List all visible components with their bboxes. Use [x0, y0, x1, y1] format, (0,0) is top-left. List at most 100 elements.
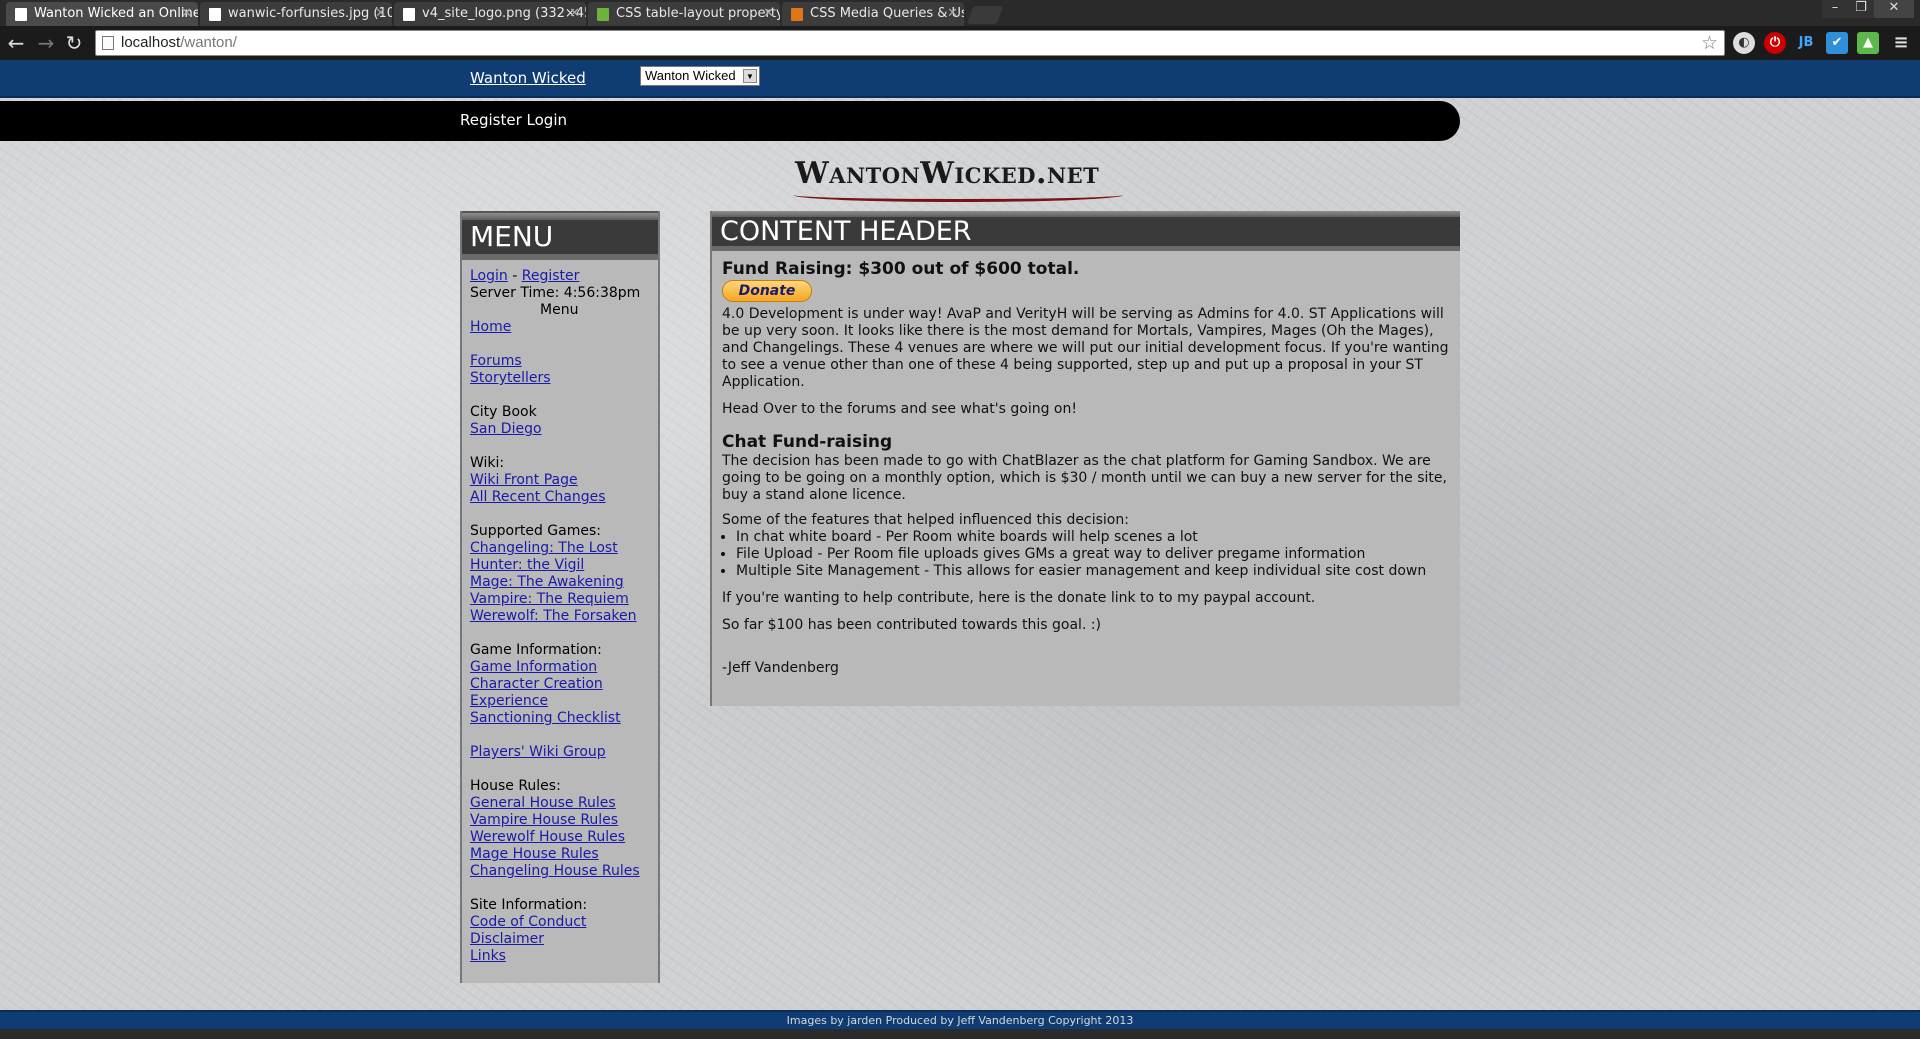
tab-wanwic-jpg[interactable]: wanwic-forfunsies.jpg (10 ✕: [200, 2, 392, 26]
menu-hamburger-icon[interactable]: ≡: [1890, 32, 1912, 54]
tab-title: Wanton Wicked an Online: [34, 6, 198, 21]
separator: -: [507, 268, 522, 284]
tab-site-logo[interactable]: v4_site_logo.png (332×45) ✕: [394, 2, 586, 26]
chat-paragraph: The decision has been made to go with Ch…: [722, 453, 1447, 503]
address-bar[interactable]: localhost/wanton/ ☆: [95, 30, 1725, 56]
minimize-button[interactable]: –: [1822, 0, 1848, 18]
content-panel: CONTENT HEADER Fund Raising: $300 out of…: [710, 211, 1460, 706]
menu-cap: [462, 211, 658, 220]
features-intro: Some of the features that helped influen…: [722, 512, 1129, 528]
so-far-paragraph: So far $100 has been contributed towards…: [722, 617, 1102, 633]
extension-check-icon[interactable]: ✔: [1826, 32, 1848, 54]
menu-game-link[interactable]: Changeling: The Lost: [470, 540, 650, 557]
menu-san-diego-link[interactable]: San Diego: [470, 421, 650, 438]
fund-raising-title: Fund Raising: $300 out of $600 total.: [722, 259, 1080, 279]
forums-paragraph: Head Over to the forums and see what's g…: [722, 401, 1077, 417]
page-icon: [102, 36, 114, 50]
dropdown-arrow-icon: ▼: [743, 69, 757, 83]
signature: -Jeff Vandenberg: [722, 660, 839, 676]
menu-forums-link[interactable]: Forums: [470, 353, 650, 370]
tab-wanton-wicked[interactable]: Wanton Wicked an Online ✕: [6, 2, 198, 26]
feature-item: In chat white board - Per Room white boa…: [736, 529, 1450, 546]
register-login-links[interactable]: Register Login: [460, 111, 567, 129]
reload-icon[interactable]: ↻: [62, 31, 86, 55]
sidebar-menu: MENU Login - Register Server Time: 4:56:…: [460, 211, 660, 983]
menu-siteinfo-link[interactable]: Code of Conduct: [470, 914, 650, 931]
site-home-link[interactable]: Wanton Wicked: [470, 69, 586, 87]
menu-house-rule-link[interactable]: Werewolf House Rules: [470, 829, 650, 846]
feature-item: File Upload - Per Room file uploads give…: [736, 546, 1450, 563]
site-select[interactable]: Wanton Wicked ▼: [640, 66, 760, 86]
site-information-label: Site Information:: [470, 897, 588, 913]
menu-house-rule-link[interactable]: Mage House Rules: [470, 846, 650, 863]
menu-storytellers-link[interactable]: Storytellers: [470, 370, 650, 387]
back-arrow-icon[interactable]: ←: [4, 31, 28, 55]
user-bar: Register Login: [0, 101, 1460, 141]
tab-css-table-layout[interactable]: CSS table-layout property ✕: [588, 2, 780, 26]
extension-image-icon[interactable]: ▲: [1857, 32, 1879, 54]
close-icon[interactable]: ✕: [763, 6, 774, 21]
site-footer: Images by jarden Produced by Jeff Vanden…: [0, 1010, 1920, 1029]
menu-game-link[interactable]: Hunter: the Vigil: [470, 557, 650, 574]
menu-house-rule-link[interactable]: Vampire House Rules: [470, 812, 650, 829]
tab-title: wanwic-forfunsies.jpg (10: [228, 6, 392, 21]
menu-house-rule-link[interactable]: General House Rules: [470, 795, 650, 812]
menu-siteinfo-link[interactable]: Disclaimer: [470, 931, 650, 948]
close-icon[interactable]: ✕: [181, 6, 192, 21]
content-header: CONTENT HEADER: [712, 217, 1460, 246]
extension-power-icon[interactable]: ⏻: [1764, 32, 1786, 54]
browser-tab-strip: Wanton Wicked an Online ✕ wanwic-forfuns…: [0, 0, 1920, 26]
close-icon[interactable]: ✕: [947, 6, 958, 21]
game-information-label: Game Information:: [470, 642, 602, 658]
city-book-label: City Book: [470, 404, 537, 420]
feature-item: Multiple Site Management - This allows f…: [736, 563, 1450, 580]
features-list: In chat white board - Per Room white boa…: [736, 529, 1450, 580]
menu-gameinfo-link[interactable]: Game Information: [470, 659, 650, 676]
menu-game-link[interactable]: Mage: The Awakening: [470, 574, 650, 591]
menu-house-rule-link[interactable]: Changeling House Rules: [470, 863, 650, 880]
menu-players-wiki-link[interactable]: Players' Wiki Group: [470, 744, 650, 761]
extension-globe-icon[interactable]: ◐: [1733, 32, 1755, 54]
supported-games-label: Supported Games:: [470, 523, 601, 539]
menu-title: MENU: [462, 220, 658, 254]
maximize-button[interactable]: ❐: [1848, 0, 1874, 18]
forward-arrow-icon[interactable]: →: [34, 31, 58, 55]
menu-gameinfo-link[interactable]: Sanctioning Checklist: [470, 710, 650, 727]
new-tab-button[interactable]: [966, 6, 1004, 24]
menu-gameinfo-link[interactable]: Experience: [470, 693, 650, 710]
page-icon: [15, 8, 27, 21]
logo-swash: [793, 188, 1123, 202]
url-path: /wanton/: [180, 34, 237, 51]
tab-css-media-queries[interactable]: CSS Media Queries & Usin ✕: [782, 2, 964, 26]
menu-wiki-recent-link[interactable]: All Recent Changes: [470, 489, 650, 506]
menu-wiki-front-link[interactable]: Wiki Front Page: [470, 472, 650, 489]
close-window-button[interactable]: ✕: [1874, 0, 1914, 18]
menu-siteinfo-link[interactable]: Links: [470, 948, 650, 965]
house-rules-label: House Rules:: [470, 778, 561, 794]
bookmark-star-icon[interactable]: ☆: [1701, 32, 1718, 54]
extension-jb-icon[interactable]: JB: [1795, 32, 1817, 54]
donate-button[interactable]: Donate: [722, 280, 812, 302]
menu-game-link[interactable]: Werewolf: The Forsaken: [470, 608, 650, 625]
menu-gameinfo-link[interactable]: Character Creation: [470, 676, 650, 693]
css-icon: [791, 8, 803, 21]
contribute-paragraph: If you're wanting to help contribute, he…: [722, 590, 1316, 606]
menu-label: Menu: [540, 302, 579, 318]
page-background: Wanton Wicked Wanton Wicked ▼ Register L…: [0, 60, 1920, 1039]
menu-register-link[interactable]: Register: [522, 268, 580, 284]
tab-title: CSS table-layout property: [616, 6, 780, 21]
page-icon: [209, 8, 221, 21]
close-icon[interactable]: ✕: [569, 6, 580, 21]
menu-game-link[interactable]: Vampire: The Requiem: [470, 591, 650, 608]
menu-body: Login - Register Server Time: 4:56:38pm …: [462, 260, 658, 973]
menu-login-link[interactable]: Login: [470, 268, 508, 284]
footer-strip: [0, 1029, 1920, 1039]
url-text: localhost/wanton/: [121, 34, 237, 51]
site-select-value: Wanton Wicked: [645, 68, 736, 83]
menu-home-link[interactable]: Home: [470, 319, 650, 336]
browser-toolbar: ← → ↻ localhost/wanton/ ☆ ◐ ⏻ JB ✔ ▲ ≡: [0, 26, 1920, 60]
wiki-label: Wiki:: [470, 455, 505, 471]
content-body: Fund Raising: $300 out of $600 total. Do…: [712, 251, 1460, 687]
close-icon[interactable]: ✕: [375, 6, 386, 21]
news-paragraph: 4.0 Development is under way! AvaP and V…: [722, 306, 1449, 390]
